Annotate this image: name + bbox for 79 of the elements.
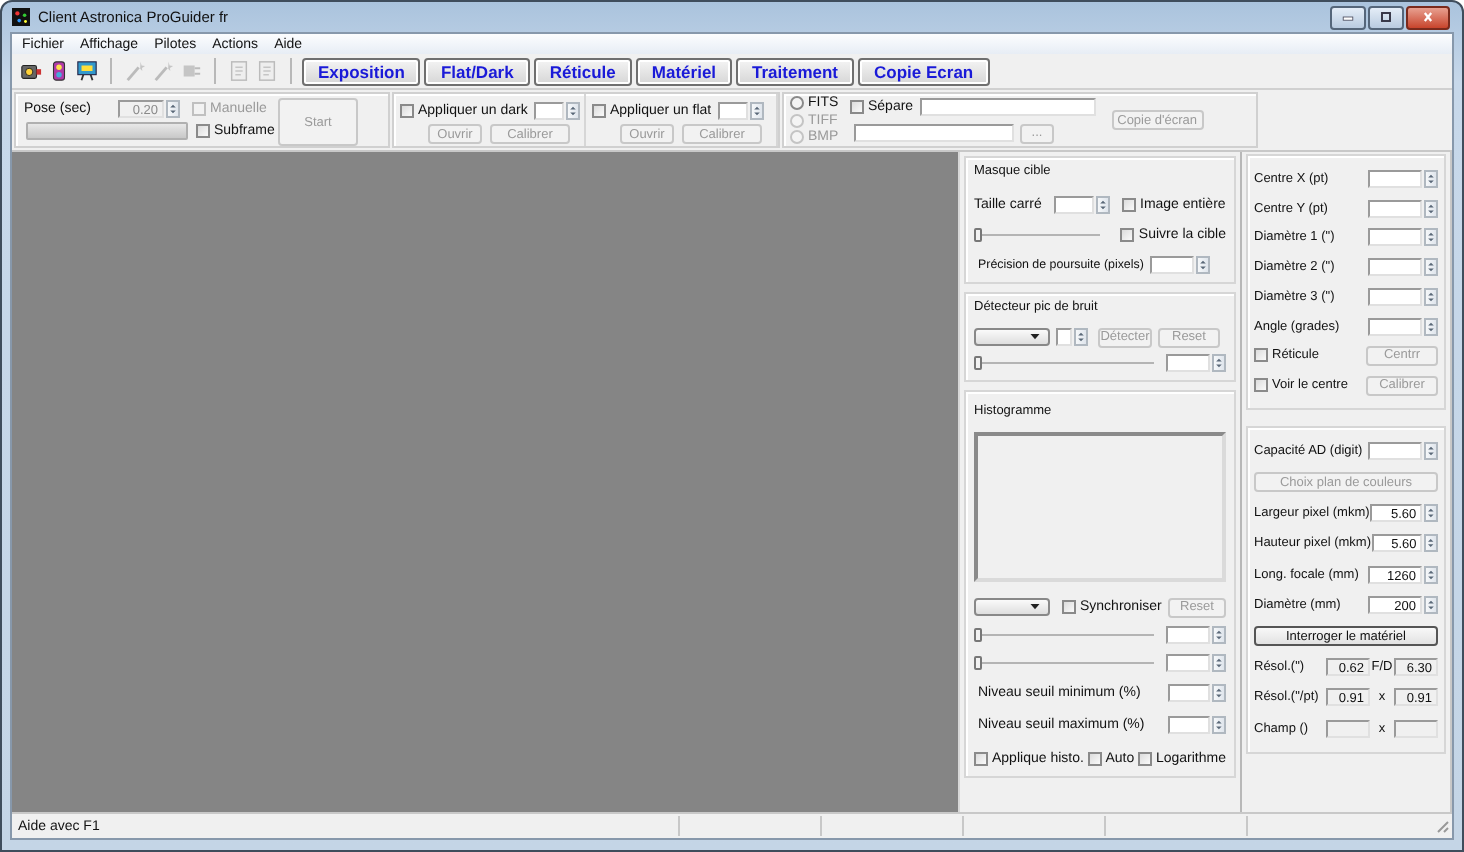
spin-button[interactable] — [1212, 684, 1226, 702]
number-field[interactable] — [1056, 328, 1072, 346]
number-field[interactable] — [1166, 354, 1211, 372]
maximize-icon — [1378, 12, 1394, 22]
slider-thumb[interactable] — [974, 228, 982, 242]
resize-grip[interactable] — [1434, 818, 1450, 834]
number-field[interactable] — [1368, 228, 1422, 247]
spin-button[interactable] — [1212, 654, 1226, 672]
result-field — [1326, 719, 1370, 738]
checkbox[interactable] — [1062, 600, 1076, 614]
tab[interactable]: Copie Ecran — [858, 57, 990, 85]
number-field[interactable] — [1054, 196, 1094, 214]
spin-button[interactable] — [1212, 716, 1226, 734]
tab[interactable]: Matériel — [635, 57, 733, 85]
number-field[interactable] — [717, 101, 748, 119]
number-field[interactable] — [1166, 626, 1211, 644]
number-field[interactable] — [533, 101, 564, 119]
spin-button[interactable] — [1424, 199, 1438, 218]
spin-button[interactable] — [565, 101, 580, 119]
tab[interactable]: Flat/Dark — [424, 57, 530, 85]
number-field[interactable] — [1368, 258, 1422, 277]
number-field[interactable] — [1368, 442, 1422, 461]
checkbox[interactable] — [592, 103, 606, 117]
slider-thumb[interactable] — [974, 628, 982, 642]
spin-button[interactable] — [1074, 328, 1088, 346]
checkbox[interactable] — [1254, 378, 1268, 393]
spin-button[interactable] — [1424, 442, 1438, 461]
result-field — [1394, 719, 1438, 738]
tab[interactable]: Réticule — [533, 57, 632, 85]
minimize-button[interactable] — [1330, 5, 1366, 29]
spin-button[interactable] — [1424, 534, 1438, 553]
spin-button[interactable] — [749, 101, 764, 119]
checkbox[interactable] — [1087, 752, 1102, 766]
spin-button[interactable] — [1212, 626, 1226, 644]
text-field[interactable] — [919, 98, 1096, 116]
minimize-icon — [1340, 12, 1356, 22]
dropdown-arrow-icon — [1030, 334, 1040, 340]
number-field[interactable] — [1167, 716, 1211, 734]
dropdown[interactable] — [974, 328, 1050, 346]
spin-button[interactable] — [1424, 596, 1438, 615]
spin-button[interactable] — [1424, 287, 1438, 306]
spin-button[interactable] — [1424, 258, 1438, 277]
radio-button[interactable] — [790, 96, 804, 110]
checkbox[interactable] — [1120, 228, 1135, 242]
checkbox[interactable] — [1137, 752, 1152, 766]
spin-button[interactable] — [1212, 354, 1226, 372]
spin-button[interactable] — [166, 100, 180, 118]
checkbox[interactable] — [1254, 348, 1268, 363]
app-icon — [12, 8, 30, 26]
slider-thumb[interactable] — [974, 356, 982, 370]
tab[interactable]: Traitement — [736, 57, 855, 85]
close-button[interactable] — [1406, 5, 1450, 29]
maximize-button[interactable] — [1368, 5, 1404, 29]
number-field[interactable] — [1149, 256, 1194, 274]
close-icon — [1420, 12, 1436, 22]
spin-button[interactable] — [1424, 503, 1438, 522]
spin-button[interactable] — [1424, 228, 1438, 247]
number-field[interactable] — [1166, 654, 1211, 672]
checkbox[interactable] — [1122, 198, 1136, 212]
checkbox[interactable] — [974, 752, 988, 766]
checkbox[interactable] — [850, 100, 864, 114]
spin-button[interactable] — [1424, 565, 1438, 584]
dropdown-arrow-icon — [1030, 604, 1040, 610]
path-field[interactable] — [854, 124, 1014, 142]
telescope-icon[interactable] — [74, 58, 100, 84]
spin-button[interactable] — [1424, 169, 1438, 188]
number-field[interactable] — [1368, 199, 1422, 218]
spin-button[interactable] — [1096, 196, 1110, 214]
checkbox[interactable] — [196, 124, 210, 138]
number-field[interactable] — [1368, 169, 1422, 188]
tab[interactable]: Exposition — [302, 57, 421, 85]
number-field[interactable] — [1167, 684, 1211, 702]
slider-thumb[interactable] — [974, 656, 982, 670]
checkbox[interactable] — [400, 103, 414, 117]
number-field[interactable] — [1368, 287, 1422, 306]
number-field[interactable] — [1368, 317, 1422, 336]
spin-button[interactable] — [1195, 256, 1210, 274]
dropdown[interactable] — [974, 598, 1050, 616]
spin-button[interactable] — [1424, 317, 1438, 336]
